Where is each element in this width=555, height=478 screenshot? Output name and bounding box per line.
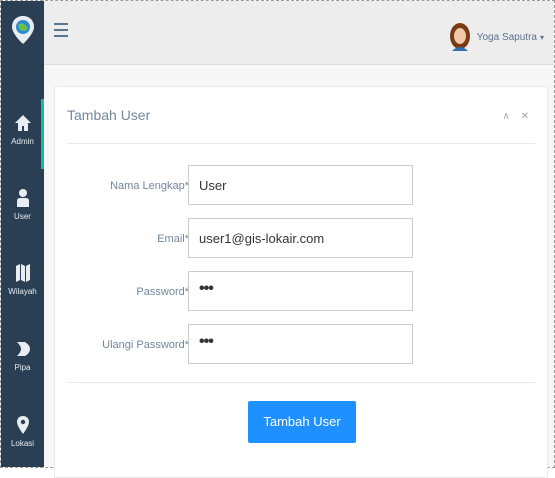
full-name-field[interactable]: User [188, 165, 413, 205]
chevron-down-icon: ▾ [539, 32, 544, 42]
panel-collapse-close-icons[interactable]: ∧ ✕ [503, 111, 533, 122]
location-pin-icon [16, 416, 29, 434]
field-value: User [199, 178, 227, 193]
panel-title: Tambah User [67, 107, 151, 123]
email-field[interactable]: user1@gis-lokair.com [188, 218, 413, 258]
top-navbar: Yoga Saputra ▾ [44, 1, 554, 65]
divider [67, 143, 535, 144]
main-content: Tambah User ∧ ✕ Nama Lengkap* User Email… [44, 65, 554, 478]
field-value: ••• [199, 280, 214, 297]
field-value: user1@gis-lokair.com [199, 231, 325, 246]
sidebar-item-label: Wilayah [8, 287, 37, 296]
field-label: Ulangi Password* [102, 339, 189, 351]
pipe-icon [16, 342, 30, 356]
app-logo-icon[interactable] [10, 15, 36, 45]
home-icon [14, 115, 31, 131]
form-panel: Tambah User ∧ ✕ Nama Lengkap* User Email… [54, 86, 548, 478]
field-label: Password* [136, 286, 189, 298]
sidebar-item-label: User [14, 212, 31, 221]
sidebar-item-admin[interactable]: Admin [1, 99, 44, 169]
sidebar-item-label: Pipa [14, 363, 31, 372]
sidebar-item-lokasi[interactable]: Lokasi [1, 415, 44, 448]
menu-toggle-icon[interactable] [54, 23, 68, 37]
sidebar-item-label: Lokasi [10, 439, 35, 448]
sidebar: Admin User Wilayah Pipa Lokasi [1, 1, 44, 467]
field-label: Email* [157, 233, 189, 245]
add-user-button[interactable]: Tambah User [248, 401, 356, 443]
sidebar-item-label: Admin [11, 137, 34, 146]
field-value: ••• [199, 333, 214, 350]
confirm-password-field[interactable]: ••• [188, 324, 413, 364]
sidebar-item-user[interactable]: User [1, 188, 44, 221]
password-field[interactable]: ••• [188, 271, 413, 311]
map-icon [15, 264, 30, 282]
sidebar-item-pipa[interactable]: Pipa [1, 339, 44, 372]
avatar [449, 23, 470, 51]
sidebar-item-wilayah[interactable]: Wilayah [1, 263, 44, 296]
field-label: Nama Lengkap* [110, 180, 189, 192]
divider [67, 382, 535, 383]
user-menu[interactable]: Yoga Saputra ▾ [449, 23, 544, 51]
user-icon [16, 189, 29, 207]
user-name: Yoga Saputra [476, 31, 537, 43]
